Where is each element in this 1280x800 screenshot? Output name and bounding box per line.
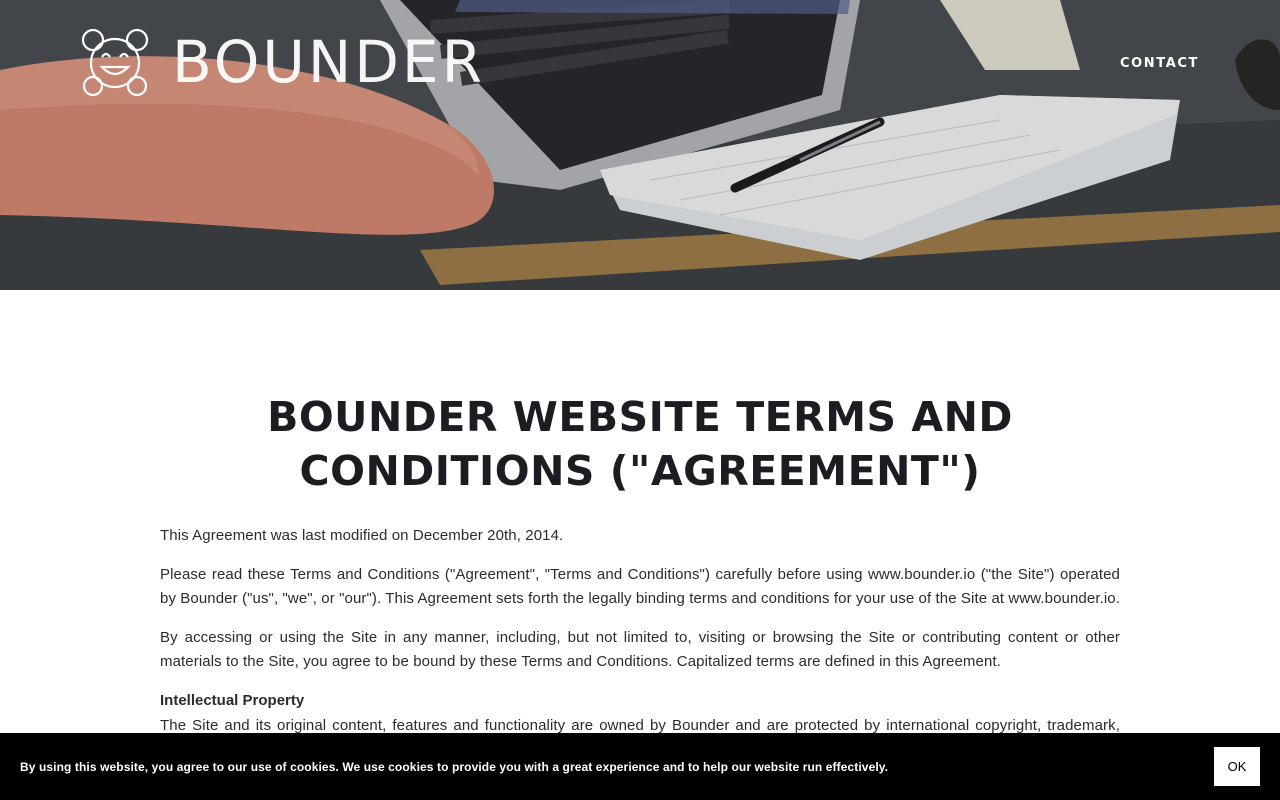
nav-contact-link[interactable]: CONTACT: [1120, 56, 1199, 71]
cookie-ok-button[interactable]: OK: [1214, 747, 1260, 786]
page-title: BOUNDER WEBSITE TERMS AND CONDITIONS ("A…: [267, 393, 1013, 495]
brand-name: BOUNDER: [172, 28, 485, 96]
intro-paragraph: Please read these Terms and Conditions (…: [160, 566, 1120, 607]
last-modified-paragraph: This Agreement was last modified on Dece…: [160, 527, 564, 544]
smiling-face-logo-icon: [81, 28, 149, 97]
cookie-banner-text: By using this website, you agree to our …: [20, 760, 889, 774]
bounder-logo[interactable]: BOUNDER: [80, 26, 485, 98]
cookie-banner: By using this website, you agree to our …: [0, 733, 1280, 800]
section-heading-intellectual-property: Intellectual Property: [160, 692, 305, 709]
hero-banner: BOUNDER CONTACT: [0, 0, 1280, 290]
acceptance-paragraph: By accessing or using the Site in any ma…: [160, 629, 1120, 670]
terms-content: BOUNDER WEBSITE TERMS AND CONDITIONS ("A…: [160, 390, 1120, 762]
